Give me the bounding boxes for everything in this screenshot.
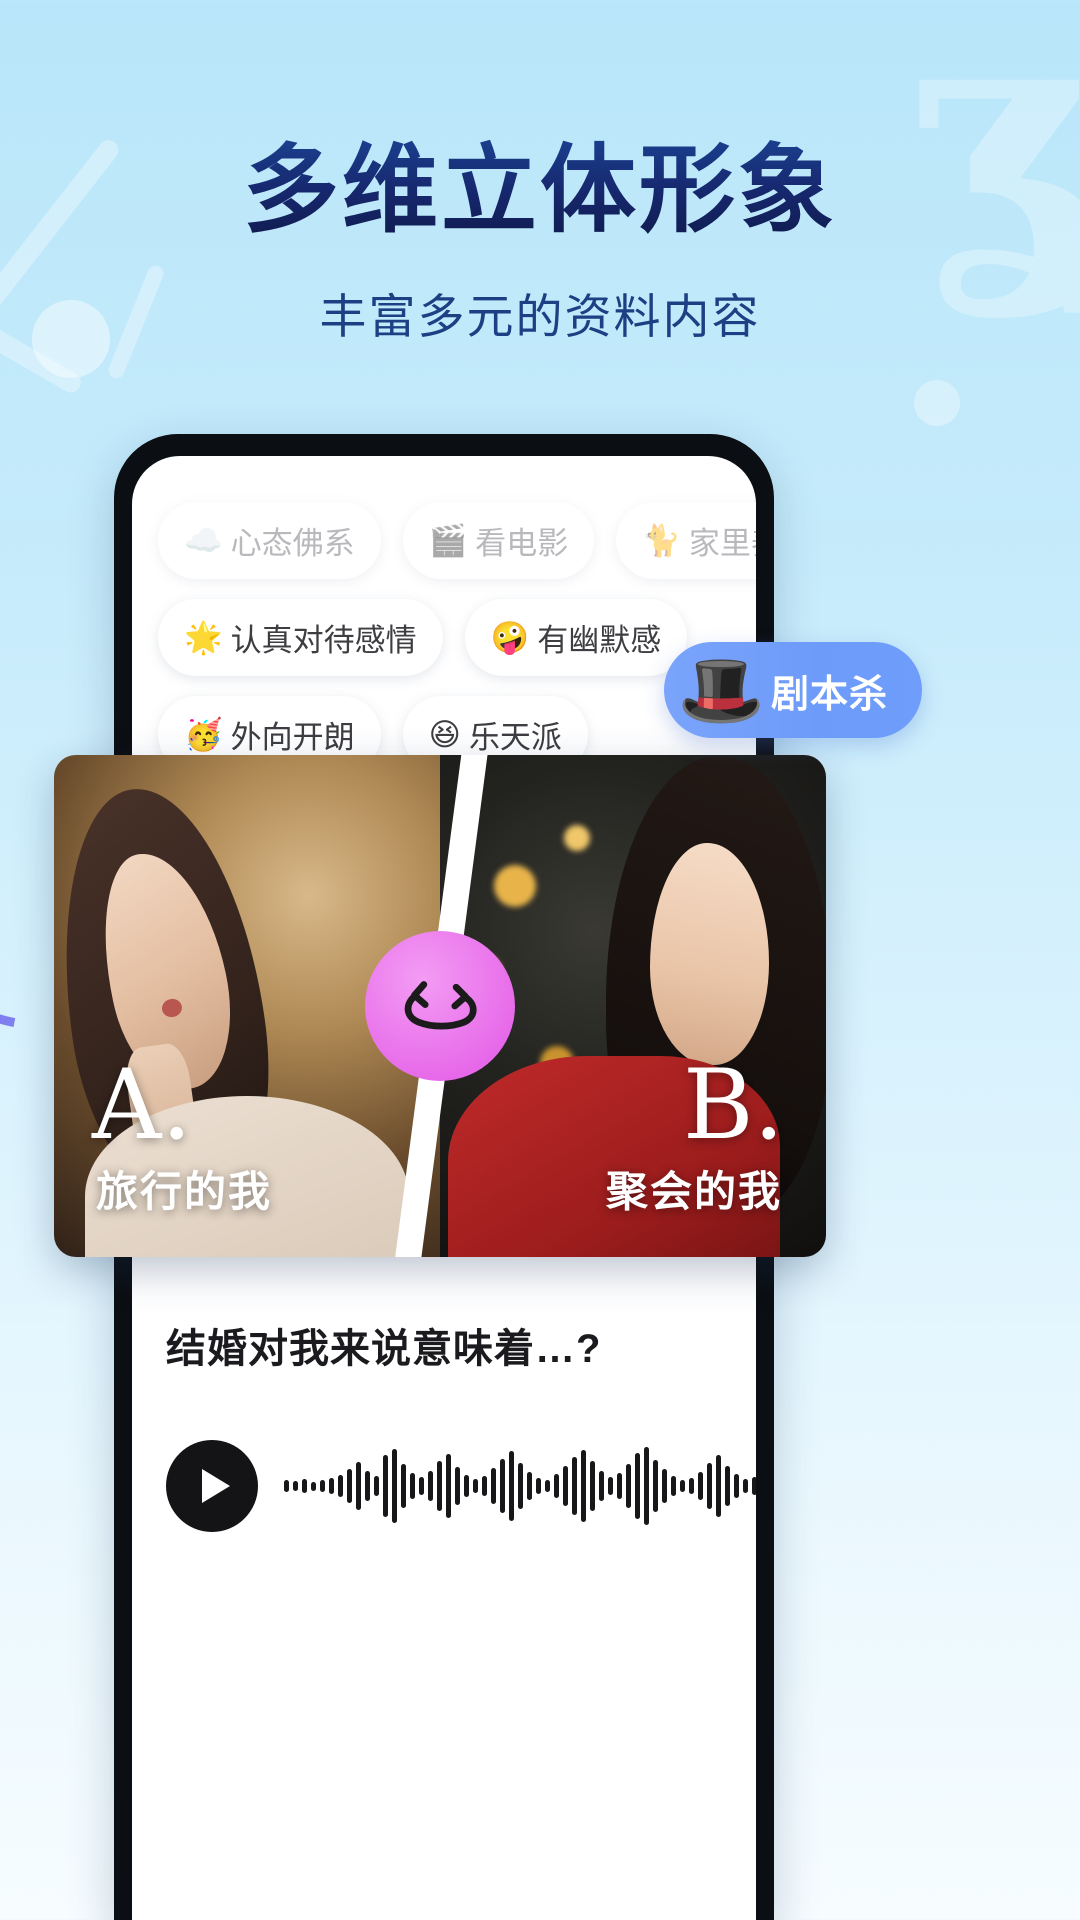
waveform-bar <box>392 1449 397 1523</box>
glowing-star-icon: 🌟 <box>184 620 223 655</box>
waveform-bar <box>680 1480 685 1492</box>
tag-label: 看电影 <box>475 526 569 561</box>
tag-label: 外向开朗 <box>230 720 355 755</box>
waveform-bar <box>428 1471 433 1501</box>
waveform-bar <box>302 1479 307 1493</box>
ab-photo-card[interactable]: A. 旅行的我 B. 聚会的我 <box>54 755 826 1257</box>
voice-intro-section: 结婚对我来说意味着…? <box>132 1316 756 1534</box>
page-subtitle: 丰富多元的资料内容 <box>319 290 761 343</box>
label-a: A. <box>92 1049 192 1161</box>
top-hat-icon: 🎩 <box>677 651 765 729</box>
page-title: 多维立体形象 <box>243 133 837 246</box>
waveform-bar <box>500 1459 505 1513</box>
waveform-bar <box>545 1480 550 1492</box>
bokeh-light <box>494 865 537 908</box>
waveform-bar <box>293 1481 298 1491</box>
deco-blob-2 <box>914 380 960 426</box>
waveform-bar <box>473 1479 478 1493</box>
waveform-bar <box>689 1478 694 1494</box>
play-icon[interactable] <box>166 1440 258 1532</box>
waveform-bar <box>464 1475 469 1497</box>
waveform-bar <box>572 1457 577 1515</box>
waveform-bar <box>356 1462 361 1510</box>
tag-label: 家里养猫 <box>688 526 756 561</box>
tag-label: 乐天派 <box>468 720 562 755</box>
waveform-bar <box>617 1473 622 1499</box>
script-murder-badge[interactable]: 🎩 剧本杀 <box>663 642 922 738</box>
tag-chip[interactable]: 🤪 有幽默感 <box>464 599 688 676</box>
audio-waveform-icon[interactable] <box>284 1438 756 1534</box>
waveform-bar <box>509 1451 514 1521</box>
grinning-squinting-face-icon: 😆 <box>428 717 461 752</box>
waveform-bar <box>662 1469 667 1503</box>
waveform-bar <box>347 1469 352 1503</box>
waveform-bar <box>446 1454 451 1518</box>
waveform-bar <box>284 1480 289 1492</box>
waveform-bar <box>734 1474 739 1498</box>
tag-chip[interactable]: ☁️ 心态佛系 <box>158 502 381 579</box>
waveform-bar <box>581 1450 586 1522</box>
waveform-bar <box>329 1478 334 1494</box>
voice-player[interactable] <box>166 1438 756 1534</box>
tag-label: 心态佛系 <box>230 526 355 561</box>
tag-row: ☁️ 心态佛系 🎬 看电影 🐈 家里养猫 <box>158 502 756 579</box>
cloud-icon: ☁️ <box>184 523 223 558</box>
caption-a: 旅行的我 <box>96 1168 273 1215</box>
waveform-bar <box>311 1481 316 1491</box>
waveform-bar <box>563 1466 568 1506</box>
waveform-bar <box>419 1477 424 1495</box>
waveform-bar <box>374 1476 379 1496</box>
waveform-bar <box>554 1474 559 1498</box>
waveform-bar <box>653 1460 658 1512</box>
waveform-bar <box>410 1473 415 1499</box>
deco-arc-pink <box>890 1055 1080 1475</box>
caption-b: 聚会的我 <box>605 1168 782 1215</box>
waveform-bar <box>527 1472 532 1500</box>
waveform-bar <box>320 1480 325 1492</box>
badge-label: 剧本杀 <box>770 673 888 716</box>
waveform-bar <box>725 1466 730 1506</box>
tag-row: 🌟 认真对待感情 🤪 有幽默感 <box>158 599 730 676</box>
voice-question: 结婚对我来说意味着…? <box>166 1327 602 1371</box>
play-triangle <box>201 1469 230 1503</box>
tag-chip[interactable]: 🌟 认真对待感情 <box>158 599 443 676</box>
waveform-bar <box>752 1477 756 1495</box>
waveform-bar <box>518 1463 523 1509</box>
waveform-bar <box>590 1461 595 1511</box>
waveform-bar <box>608 1477 613 1495</box>
waveform-bar <box>671 1476 676 1496</box>
tag-label: 认真对待感情 <box>230 623 417 658</box>
partying-face-icon: 🥳 <box>184 717 223 752</box>
cat-icon: 🐈 <box>642 523 681 558</box>
waveform-bar <box>491 1468 496 1504</box>
waveform-bar <box>536 1478 541 1494</box>
waveform-bar <box>635 1453 640 1519</box>
rotate-photo-icon[interactable] <box>365 931 515 1081</box>
waveform-bar <box>698 1472 703 1500</box>
waveform-bar <box>482 1476 487 1496</box>
waveform-bar <box>338 1475 343 1497</box>
waveform-bar <box>437 1461 442 1511</box>
clapper-board-icon: 🎬 <box>428 523 468 558</box>
hero-headline-wrap: 多维立体形象 <box>0 138 1080 242</box>
interest-tag-list: ☁️ 心态佛系 🎬 看电影 🐈 家里养猫 🌟 认真对待感情 <box>132 456 756 773</box>
waveform-bar <box>383 1455 388 1517</box>
waveform-bar <box>743 1479 748 1493</box>
waveform-bar <box>626 1464 631 1508</box>
zany-face-icon: 🤪 <box>490 620 530 655</box>
waveform-bar <box>365 1471 370 1501</box>
waveform-bar <box>401 1464 406 1508</box>
waveform-bar <box>599 1471 604 1501</box>
waveform-bar <box>455 1467 460 1505</box>
waveform-bar <box>707 1463 712 1509</box>
tag-label: 有幽默感 <box>537 623 662 658</box>
tag-chip[interactable]: 🐈 家里养猫 <box>616 502 756 579</box>
tag-chip[interactable]: 🎬 看电影 <box>402 502 595 579</box>
waveform-bar <box>644 1447 649 1525</box>
waveform-bar <box>716 1455 721 1517</box>
label-b: B. <box>682 1049 784 1161</box>
